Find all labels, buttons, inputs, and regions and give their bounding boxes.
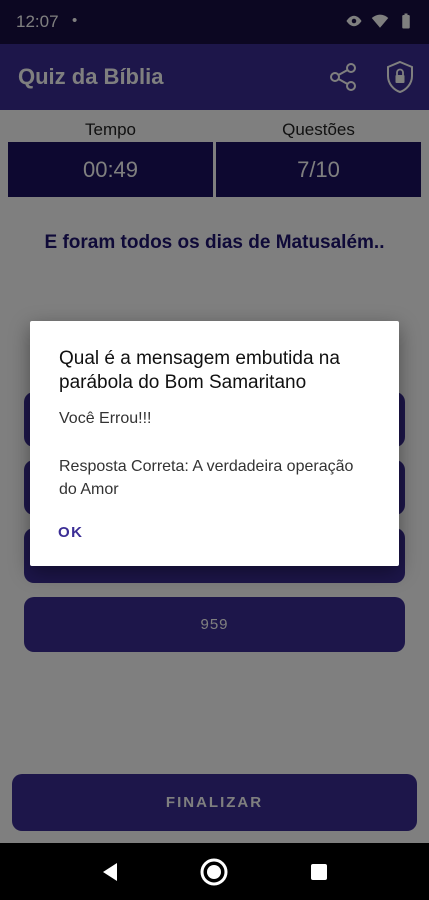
navigation-bar: [0, 843, 429, 900]
dialog-ok-button[interactable]: OK: [58, 519, 108, 547]
home-icon[interactable]: [199, 857, 229, 887]
dialog-correct-answer: Resposta Correta: A verdadeira operação …: [59, 458, 354, 498]
dialog-result-text: Você Errou!!!: [59, 410, 152, 427]
dialog-title: Qual é a mensagem embutida na parábola d…: [59, 348, 340, 393]
answer-dialog: Qual é a mensagem embutida na parábola d…: [30, 321, 399, 566]
back-icon[interactable]: [95, 857, 125, 887]
recent-apps-icon[interactable]: [304, 857, 334, 887]
